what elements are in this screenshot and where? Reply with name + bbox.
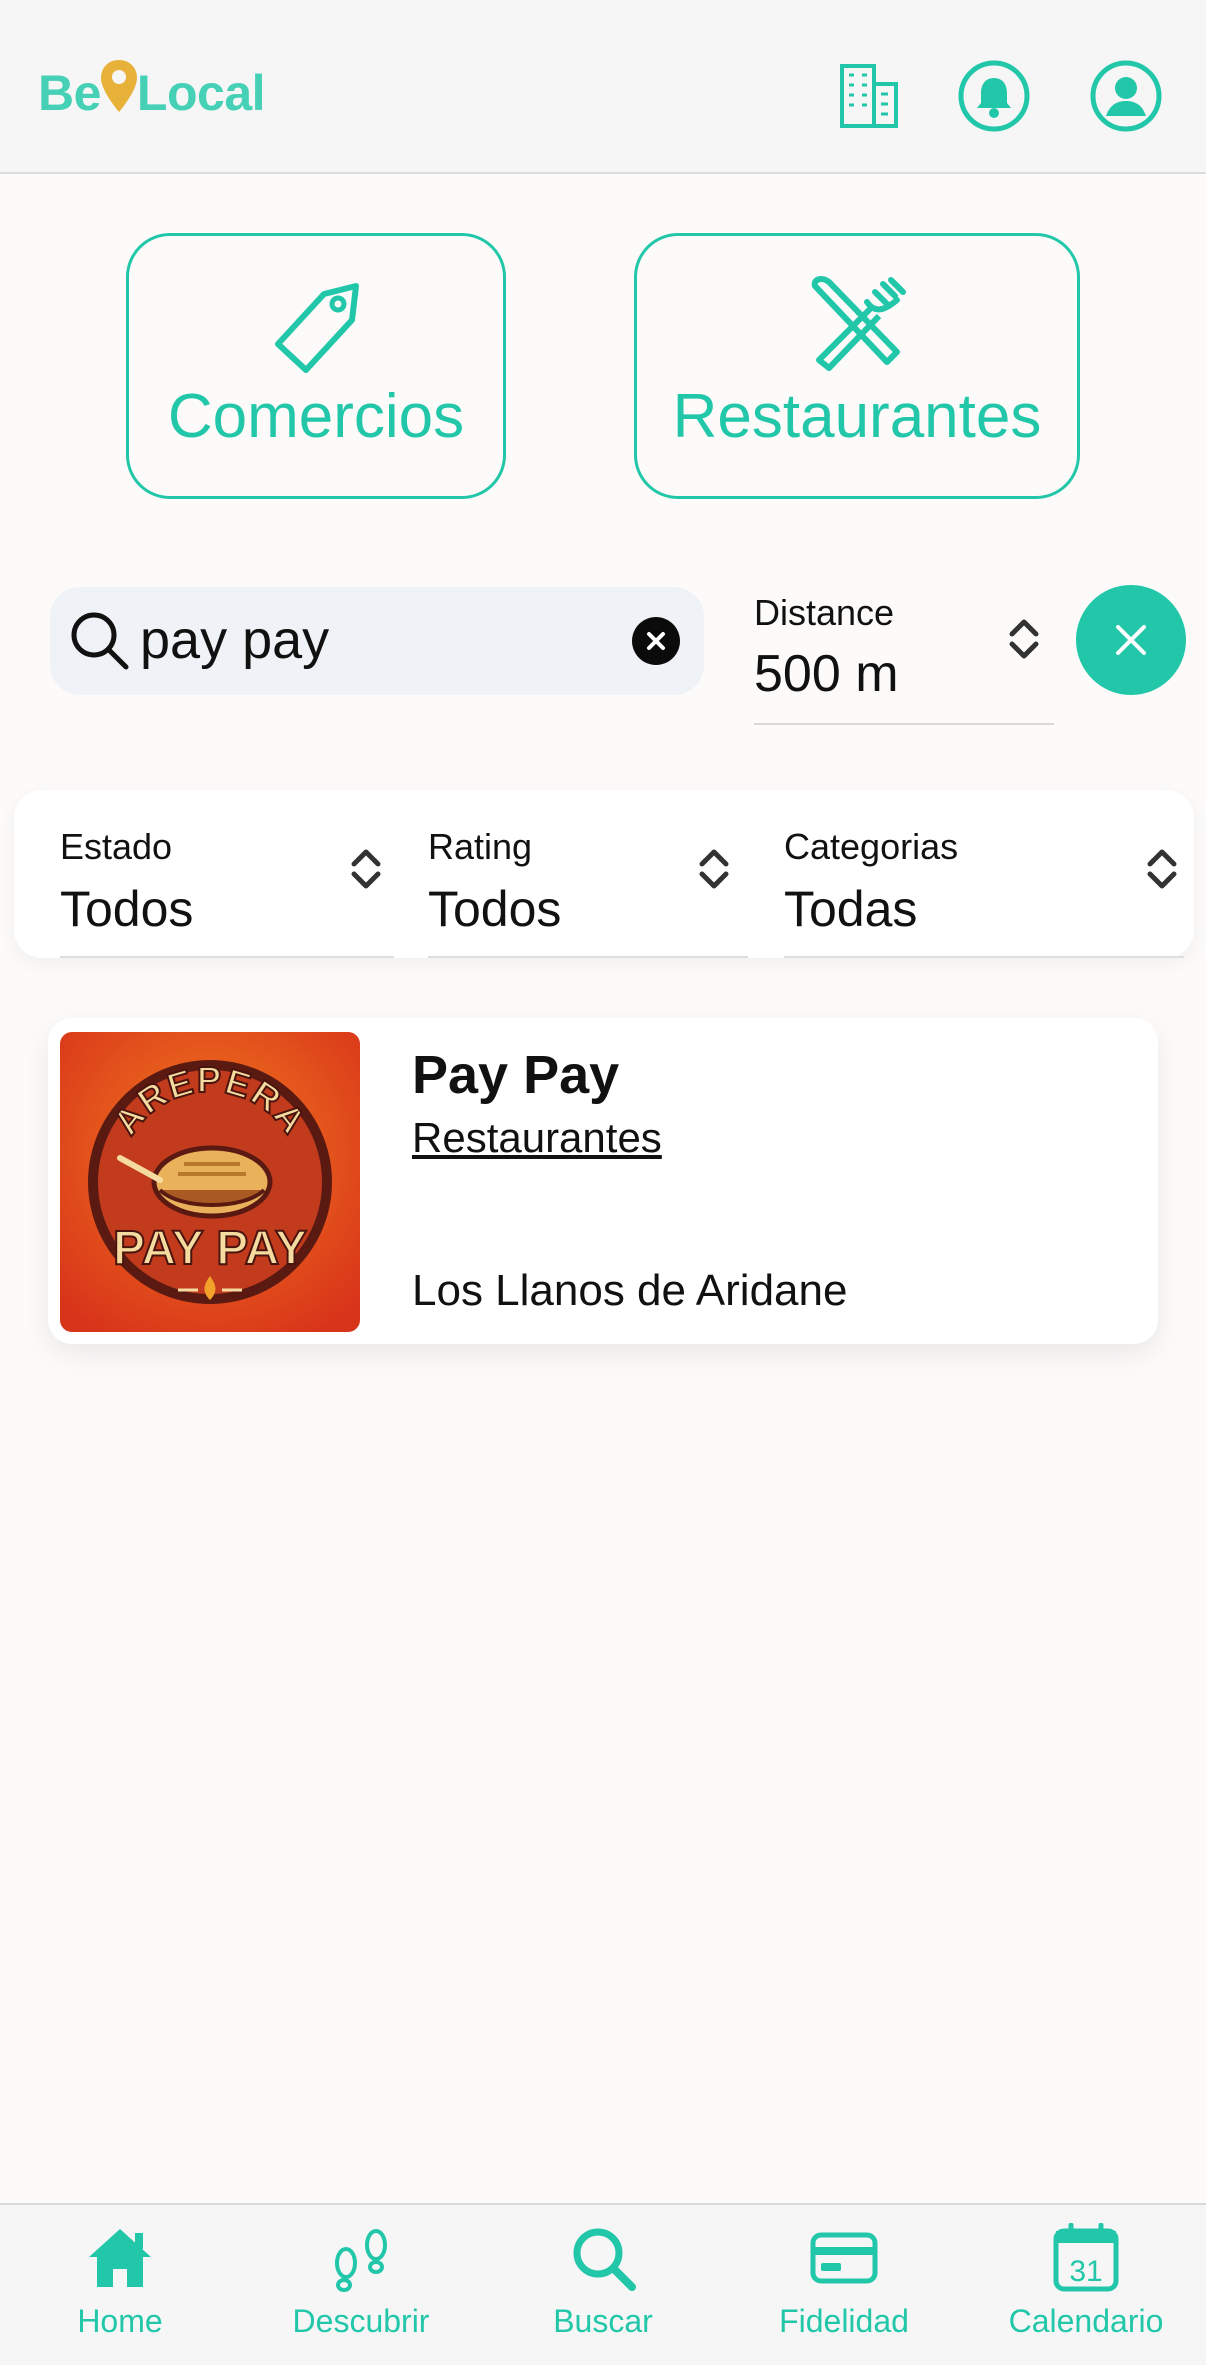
logo-text-local: Local [136,65,266,121]
filter-categorias[interactable]: Categorias Todas [784,790,1184,958]
result-location: Los Llanos de Aridane [412,1266,848,1315]
nav-home[interactable]: Home [20,2223,220,2353]
category-comercios[interactable]: Comercios [126,233,506,499]
filter-value: Todas [784,881,918,937]
close-icon [1116,625,1146,655]
search-bar [50,587,704,695]
distance-value: 500 m [754,645,899,703]
nav-label: Descubrir [292,2303,430,2339]
location-pin-icon [99,58,139,116]
close-icon [647,632,665,650]
clear-search-button[interactable] [632,617,680,665]
chevron-updown-icon [351,849,381,889]
result-category-link[interactable]: Restaurantes [412,1114,662,1162]
nav-label: Calendario [1008,2303,1164,2339]
filter-estado[interactable]: Estado Todos [60,790,394,958]
building-icon[interactable] [832,58,908,134]
calendar-icon: 31 [1053,2223,1119,2292]
search-icon [573,2228,636,2291]
nav-buscar[interactable]: Buscar [503,2223,703,2353]
filter-rating[interactable]: Rating Todos [428,790,748,958]
nav-descubrir[interactable]: Descubrir [261,2223,461,2353]
clear-filters-button[interactable] [1076,585,1186,695]
result-name: Pay Pay [412,1045,620,1105]
result-card[interactable]: AREPERA PAY PAY Pay Pay Restaurantes Los… [48,1018,1158,1344]
home-icon [89,2229,151,2287]
filters-panel: Estado Todos Rating Todos Categorias Tod… [14,790,1194,958]
category-label: Comercios [167,382,465,451]
filter-label: Rating [428,826,533,867]
filter-label: Estado [60,826,173,867]
category-restaurantes[interactable]: Restaurantes [634,233,1080,499]
distance-select[interactable]: Distance 500 m [754,588,1054,725]
distance-label: Distance [754,592,895,633]
nav-fidelidad[interactable]: Fidelidad [744,2223,944,2353]
bottom-nav: Home Descubrir Buscar Fidelidad 31 Calen… [0,2203,1206,2365]
card-icon [810,2232,878,2284]
logo-text-be: Be [38,65,101,121]
chevron-updown-icon [699,849,729,889]
footprints-icon [335,2229,387,2292]
chevron-updown-icon [1147,849,1177,889]
nav-label: Home [77,2303,163,2339]
nav-label: Fidelidad [779,2303,909,2339]
filter-label: Categorias [784,826,959,867]
chevron-updown-icon [1009,619,1039,659]
app-header: Be Local [0,0,1206,174]
fork-knife-icon [811,276,906,371]
nav-calendario[interactable]: 31 Calendario [986,2223,1186,2353]
filter-value: Todos [428,881,562,937]
category-label: Restaurantes [672,382,1042,451]
search-icon [71,612,129,670]
nav-label: Buscar [553,2303,653,2339]
logo-text-paypay: PAY PAY [113,1222,307,1275]
filter-value: Todos [60,881,194,937]
app-logo[interactable]: Be Local [38,58,266,128]
calendar-day: 31 [1069,2255,1102,2288]
tag-icon [275,283,359,373]
bell-icon[interactable] [956,58,1032,134]
search-input[interactable] [140,607,620,673]
profile-icon[interactable] [1088,58,1164,134]
restaurant-logo: AREPERA PAY PAY [60,1032,360,1332]
